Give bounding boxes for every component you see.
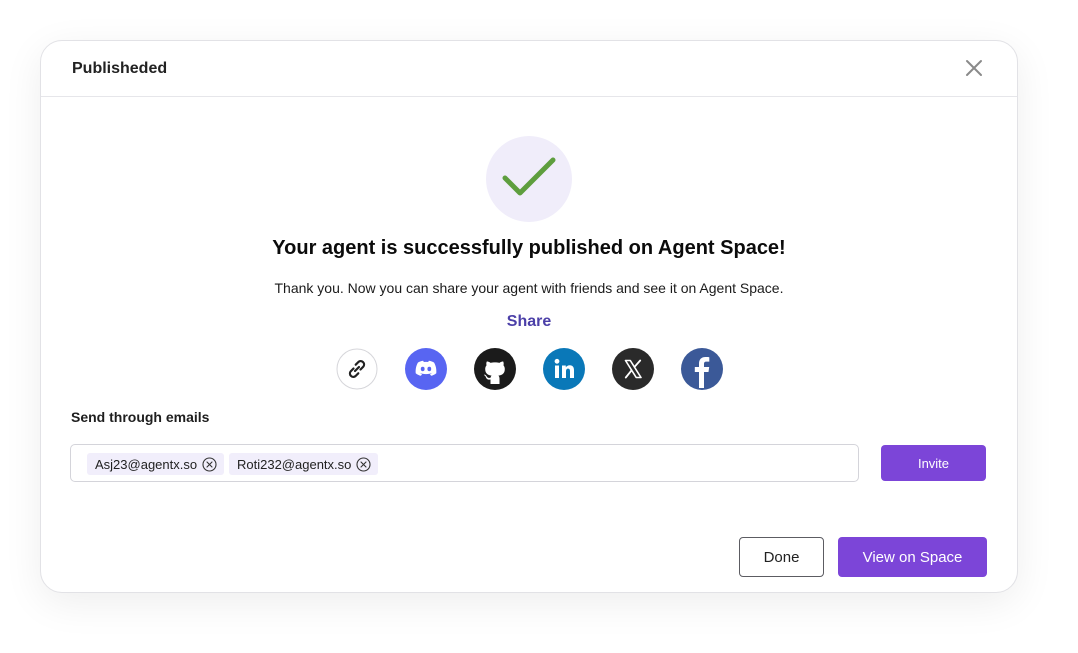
checkmark-icon <box>502 157 556 196</box>
facebook-icon <box>681 348 723 390</box>
linkedin-icon <box>543 348 585 390</box>
done-button[interactable]: Done <box>739 537 824 577</box>
publish-success-modal: Publisheded Your agent is successfully p… <box>40 40 1018 593</box>
email-chip-label: Roti232@agentx.so <box>237 456 352 472</box>
x-icon <box>612 348 654 390</box>
email-chip-label: Asj23@agentx.so <box>95 456 198 472</box>
modal-header: Publisheded <box>41 41 1017 97</box>
view-on-space-button[interactable]: View on Space <box>838 537 987 577</box>
share-github-button[interactable] <box>474 348 516 390</box>
share-heading: Share <box>506 313 552 330</box>
share-x-button[interactable] <box>612 348 654 390</box>
email-chip: Roti232@agentx.so <box>229 453 378 475</box>
close-circle-icon <box>356 456 371 472</box>
remove-email-button[interactable] <box>356 456 371 472</box>
emails-heading: Send through emails <box>71 409 210 425</box>
share-discord-button[interactable] <box>405 348 447 390</box>
close-circle-icon <box>202 456 217 472</box>
github-icon <box>474 348 516 390</box>
share-facebook-button[interactable] <box>681 348 723 390</box>
share-link-button[interactable] <box>336 348 378 390</box>
discord-icon <box>405 348 447 390</box>
success-headline: Your agent is successfully published on … <box>272 237 786 259</box>
remove-email-button[interactable] <box>202 456 217 472</box>
share-linkedin-button[interactable] <box>543 348 585 390</box>
modal-title: Publisheded <box>72 60 168 77</box>
email-chip: Asj23@agentx.so <box>87 453 224 475</box>
close-button[interactable] <box>964 58 984 78</box>
success-subtext: Thank you. Now you can share your agent … <box>274 280 784 296</box>
link-icon <box>336 348 378 390</box>
email-input[interactable]: Asj23@agentx.so Roti232@agentx.so <box>70 444 859 482</box>
close-icon <box>966 60 982 76</box>
invite-button[interactable]: Invite <box>881 445 986 481</box>
success-badge <box>486 136 572 222</box>
